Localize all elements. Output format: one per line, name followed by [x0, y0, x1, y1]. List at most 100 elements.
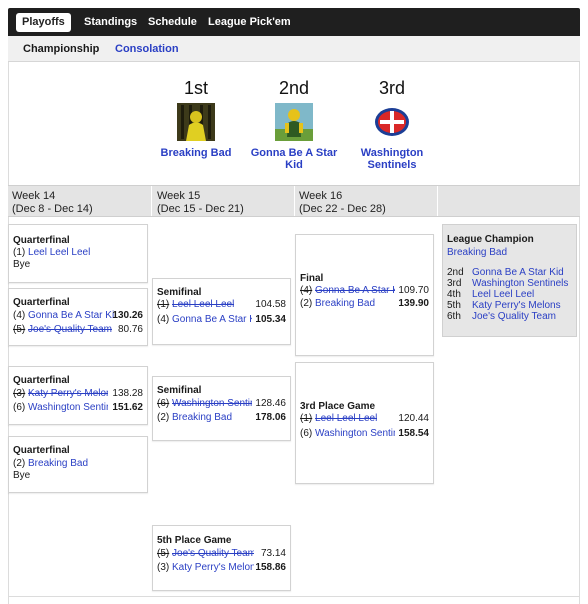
- match-title: Semifinal: [157, 287, 202, 298]
- final-match[interactable]: Final (4) Gonna Be A Star Kid 109.70 (2)…: [295, 234, 434, 356]
- team-seed: (2): [13, 458, 26, 469]
- column-divider: [151, 186, 152, 216]
- week-range: (Dec 8 - Dec 14): [12, 203, 93, 215]
- team-score: 105.34: [255, 314, 286, 325]
- team-score: 104.58: [255, 299, 286, 310]
- team-link[interactable]: Katy Perry's Melons: [172, 562, 254, 574]
- match-team-row: (4) Gonna Be A Star Kid 109.70: [300, 285, 429, 297]
- yellow-figure-logo[interactable]: [177, 103, 215, 141]
- team-link[interactable]: Breaking Bad: [28, 458, 88, 470]
- team-seed: (4): [13, 310, 26, 321]
- column-divider: [294, 186, 295, 216]
- team-seed: (1): [300, 413, 313, 424]
- ranking-row: 4th Leel Leel Leel: [447, 289, 534, 300]
- team-seed: (6): [300, 428, 313, 439]
- quarterfinal-1[interactable]: Quarterfinal (1) Leel Leel Leel Bye: [8, 224, 148, 283]
- semifinal-1[interactable]: Semifinal (1) Leel Leel Leel 104.58 (4) …: [152, 278, 291, 345]
- team-score: 80.76: [117, 324, 143, 335]
- match-team-row: (1) Leel Leel Leel 104.58: [157, 299, 286, 311]
- team-seed: (2): [300, 298, 313, 309]
- team-seed: (5): [13, 324, 26, 335]
- team-link[interactable]: Breaking Bad: [315, 298, 375, 310]
- week-range: (Dec 15 - Dec 21): [157, 203, 244, 215]
- quarterfinal-3[interactable]: Quarterfinal (3) Katy Perry's Melons 138…: [8, 366, 148, 425]
- bye-label: Bye: [13, 470, 31, 481]
- team-link[interactable]: Gonna Be A Star Kid: [172, 314, 252, 326]
- ranking-place: 2nd: [447, 267, 464, 278]
- quarterfinal-4[interactable]: Quarterfinal (2) Breaking Bad Bye: [8, 436, 148, 493]
- week-name: Week 14: [12, 190, 56, 202]
- ranking-team-link[interactable]: Katy Perry's Melons: [472, 300, 561, 311]
- podium-first: 1st Breaking Bad: [150, 77, 242, 159]
- ranking-team-link[interactable]: Gonna Be A Star Kid: [472, 267, 564, 278]
- ranking-place: 5th: [447, 300, 461, 311]
- tab-championship[interactable]: Championship: [23, 43, 99, 55]
- team-link[interactable]: Joe's Quality Team: [172, 548, 254, 560]
- tab-schedule[interactable]: Schedule: [142, 13, 203, 32]
- team-seed: (4): [157, 314, 170, 325]
- match-team-row: (1) Leel Leel Leel 120.44: [300, 413, 429, 425]
- match-title: Semifinal: [157, 385, 202, 396]
- team-link[interactable]: Washington Sentinels: [172, 398, 252, 410]
- ranking-team-link[interactable]: Leel Leel Leel: [472, 289, 534, 300]
- ranking-team-link[interactable]: Washington Sentinels: [472, 278, 568, 289]
- match-title: 3rd Place Game: [300, 401, 376, 412]
- match-team-row: (3) Katy Perry's Melons 158.86: [157, 562, 286, 574]
- team-score: 128.46: [255, 398, 286, 409]
- ranking-row: 5th Katy Perry's Melons: [447, 300, 561, 311]
- tab-consolation[interactable]: Consolation: [115, 43, 179, 55]
- match-team-row: (6) Washington Sentinels 151.62: [13, 402, 143, 414]
- podium-second: 2nd Gonna Be A Star Kid: [242, 77, 346, 171]
- team-link[interactable]: Washington Sentinels: [315, 428, 395, 440]
- sub-nav: Championship Consolation: [8, 36, 580, 62]
- podium-team-name[interactable]: Washington Sentinels: [350, 147, 434, 171]
- tab-playoffs[interactable]: Playoffs: [16, 13, 71, 32]
- match-team-row: (5) Joe's Quality Team 73.14: [157, 548, 286, 560]
- helmet-logo[interactable]: [373, 103, 411, 141]
- ranking-team-link[interactable]: Joe's Quality Team: [472, 311, 556, 322]
- match-team-row: (4) Gonna Be A Star Kid 105.34: [157, 314, 286, 326]
- semifinal-2[interactable]: Semifinal (6) Washington Sentinels 128.4…: [152, 376, 291, 441]
- week-name: Week 15: [157, 190, 201, 202]
- third-place-game[interactable]: 3rd Place Game (1) Leel Leel Leel 120.44…: [295, 362, 434, 484]
- team-seed: (3): [157, 562, 170, 573]
- column-divider: [437, 186, 438, 216]
- team-link[interactable]: Leel Leel Leel: [172, 299, 234, 311]
- team-seed: (3): [13, 388, 26, 399]
- team-link[interactable]: Katy Perry's Melons: [28, 388, 108, 400]
- team-score: 139.90: [398, 298, 429, 309]
- team-score: 158.54: [398, 428, 429, 439]
- team-score: 120.44: [398, 413, 429, 424]
- team-link[interactable]: Leel Leel Leel: [28, 247, 90, 259]
- tab-standings[interactable]: Standings: [78, 13, 143, 32]
- week-14-header: Week 14 (Dec 8 - Dec 14): [12, 190, 93, 216]
- green-figure-logo[interactable]: [275, 103, 313, 141]
- team-seed: (2): [157, 412, 170, 423]
- quarterfinal-2[interactable]: Quarterfinal (4) Gonna Be A Star Kid 130…: [8, 288, 148, 346]
- match-team-row: (2) Breaking Bad: [13, 458, 143, 470]
- team-score: 130.26: [112, 310, 143, 321]
- team-link[interactable]: Leel Leel Leel: [315, 413, 377, 425]
- podium-team-name[interactable]: Breaking Bad: [150, 147, 242, 159]
- team-link[interactable]: Breaking Bad: [172, 412, 232, 424]
- team-link[interactable]: Joe's Quality Team: [28, 324, 112, 336]
- podium-team-name[interactable]: Gonna Be A Star Kid: [242, 147, 346, 171]
- team-link[interactable]: Gonna Be A Star Kid: [315, 285, 395, 297]
- match-title: 5th Place Game: [157, 535, 232, 546]
- week-range: (Dec 22 - Dec 28): [299, 203, 386, 215]
- week-16-header: Week 16 (Dec 22 - Dec 28): [299, 190, 386, 216]
- team-seed: (1): [13, 247, 26, 258]
- champion-team-link[interactable]: Breaking Bad: [447, 247, 507, 258]
- league-champion-panel: League Champion Breaking Bad 2nd Gonna Be…: [442, 224, 577, 337]
- ranking-row: 6th Joe's Quality Team: [447, 311, 556, 322]
- match-title: Quarterfinal: [13, 375, 70, 386]
- team-link[interactable]: Washington Sentinels: [28, 402, 108, 414]
- week-15-header: Week 15 (Dec 15 - Dec 21): [157, 190, 244, 216]
- team-seed: (4): [300, 285, 313, 296]
- week-name: Week 16: [299, 190, 343, 202]
- team-link[interactable]: Gonna Be A Star Kid: [28, 310, 114, 322]
- team-score: 158.86: [255, 562, 286, 573]
- match-team-row: (4) Gonna Be A Star Kid 130.26: [13, 310, 143, 322]
- fifth-place-game[interactable]: 5th Place Game (5) Joe's Quality Team 73…: [152, 525, 291, 591]
- tab-league-pickem[interactable]: League Pick'em: [202, 13, 297, 32]
